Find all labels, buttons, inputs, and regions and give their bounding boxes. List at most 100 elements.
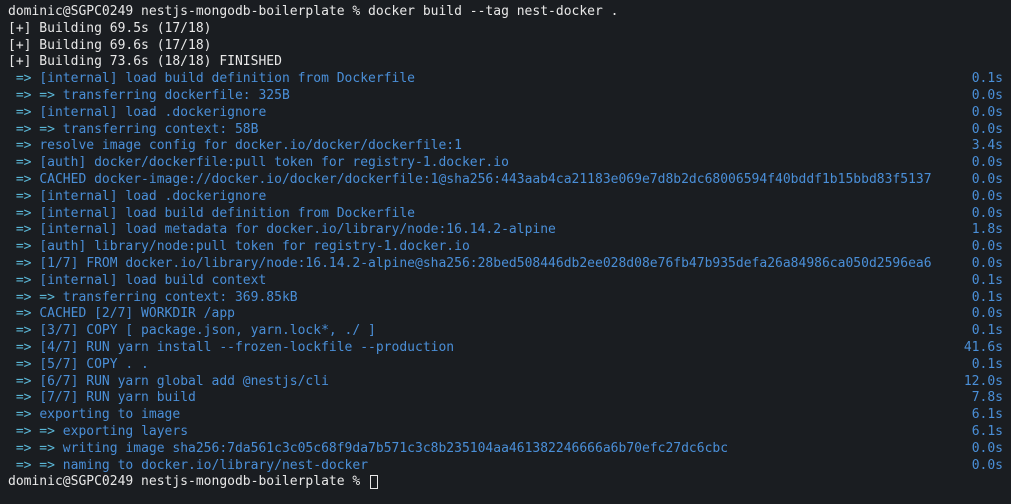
step-arrow: => bbox=[8, 256, 39, 271]
step-left: => [3/7] COPY [ package.json, yarn.lock*… bbox=[8, 323, 964, 340]
step-left: => [4/7] RUN yarn install --frozen-lockf… bbox=[8, 340, 956, 357]
step-time: 0.0s bbox=[964, 458, 1003, 475]
build-step-line: => [3/7] COPY [ package.json, yarn.lock*… bbox=[8, 323, 1003, 340]
step-time: 1.8s bbox=[964, 222, 1003, 239]
step-arrow: => => bbox=[8, 424, 63, 439]
build-step-line: => [5/7] COPY . .0.1s bbox=[8, 357, 1003, 374]
step-time: 3.4s bbox=[964, 138, 1003, 155]
step-arrow: => => bbox=[8, 88, 63, 103]
step-time: 0.0s bbox=[964, 441, 1003, 458]
status-text: [+] Building 69.5s (17/18) bbox=[8, 21, 1003, 38]
step-time: 0.0s bbox=[964, 105, 1003, 122]
step-arrow: => bbox=[8, 206, 39, 221]
step-time: 0.1s bbox=[964, 290, 1003, 307]
step-arrow: => bbox=[8, 189, 39, 204]
step-arrow: => => bbox=[8, 458, 63, 473]
build-step-line: => => transferring dockerfile: 325B0.0s bbox=[8, 88, 1003, 105]
build-status-line: [+] Building 69.5s (17/18) bbox=[8, 21, 1003, 38]
step-text: [internal] load build definition from Do… bbox=[39, 71, 415, 86]
step-left: => [1/7] FROM docker.io/library/node:16.… bbox=[8, 256, 964, 273]
step-arrow: => => bbox=[8, 122, 63, 137]
step-time: 12.0s bbox=[956, 374, 1003, 391]
step-time: 0.0s bbox=[964, 122, 1003, 139]
step-time: 0.1s bbox=[964, 273, 1003, 290]
step-time: 0.0s bbox=[964, 206, 1003, 223]
step-text: [7/7] RUN yarn build bbox=[39, 390, 196, 405]
step-left: => [internal] load build context bbox=[8, 273, 964, 290]
build-step-line: => [7/7] RUN yarn build7.8s bbox=[8, 390, 1003, 407]
step-arrow: => bbox=[8, 390, 39, 405]
build-step-line: => [1/7] FROM docker.io/library/node:16.… bbox=[8, 256, 1003, 273]
build-step-line: => => naming to docker.io/library/nest-d… bbox=[8, 458, 1003, 475]
build-step-line: => resolve image config for docker.io/do… bbox=[8, 138, 1003, 155]
step-left: => CACHED [2/7] WORKDIR /app bbox=[8, 306, 964, 323]
step-left: => [internal] load build definition from… bbox=[8, 71, 964, 88]
build-status-line: [+] Building 69.6s (17/18) bbox=[8, 38, 1003, 55]
step-arrow: => => bbox=[8, 290, 63, 305]
status-text: [+] Building 73.6s (18/18) FINISHED bbox=[8, 54, 1003, 71]
step-text: [auth] library/node:pull token for regis… bbox=[39, 239, 469, 254]
step-time: 6.1s bbox=[964, 407, 1003, 424]
build-step-line: => [4/7] RUN yarn install --frozen-lockf… bbox=[8, 340, 1003, 357]
step-text: exporting to image bbox=[39, 407, 180, 422]
step-text: [5/7] COPY . . bbox=[39, 357, 149, 372]
build-step-line: => CACHED [2/7] WORKDIR /app0.0s bbox=[8, 306, 1003, 323]
step-left: => [7/7] RUN yarn build bbox=[8, 390, 964, 407]
step-text: exporting layers bbox=[63, 424, 188, 439]
step-time: 6.1s bbox=[964, 424, 1003, 441]
step-arrow: => bbox=[8, 340, 39, 355]
step-arrow: => bbox=[8, 138, 39, 153]
step-text: writing image sha256:7da561c3c05c68f9da7… bbox=[63, 441, 728, 456]
step-time: 0.0s bbox=[964, 155, 1003, 172]
step-arrow: => bbox=[8, 239, 39, 254]
prompt-line-waiting[interactable]: dominic@SGPC0249 nestjs-mongodb-boilerpl… bbox=[8, 474, 1003, 491]
step-arrow: => bbox=[8, 71, 39, 86]
step-arrow: => bbox=[8, 357, 39, 372]
step-left: => => writing image sha256:7da561c3c05c6… bbox=[8, 441, 964, 458]
build-step-line: => => transferring context: 369.85kB 0.1s bbox=[8, 290, 1003, 307]
step-time: 0.1s bbox=[964, 323, 1003, 340]
step-arrow: => bbox=[8, 323, 39, 338]
step-time: 0.0s bbox=[964, 189, 1003, 206]
step-arrow: => bbox=[8, 105, 39, 120]
step-left: => [5/7] COPY . . bbox=[8, 357, 964, 374]
step-left: => [auth] docker/dockerfile:pull token f… bbox=[8, 155, 964, 172]
build-step-line: => CACHED docker-image://docker.io/docke… bbox=[8, 172, 1003, 189]
step-text: [internal] load .dockerignore bbox=[39, 189, 266, 204]
status-text: [+] Building 69.6s (17/18) bbox=[8, 38, 1003, 55]
step-text: [internal] load build definition from Do… bbox=[39, 206, 415, 221]
step-left: => [internal] load metadata for docker.i… bbox=[8, 222, 964, 239]
step-time: 0.0s bbox=[964, 172, 1003, 189]
step-time: 7.8s bbox=[964, 390, 1003, 407]
step-text: [auth] docker/dockerfile:pull token for … bbox=[39, 155, 509, 170]
step-text: transferring context: 369.85kB bbox=[63, 290, 298, 305]
step-time: 0.0s bbox=[964, 88, 1003, 105]
step-time: 0.0s bbox=[964, 239, 1003, 256]
prompt-text: dominic@SGPC0249 nestjs-mongodb-boilerpl… bbox=[8, 4, 1003, 21]
step-text: CACHED [2/7] WORKDIR /app bbox=[39, 306, 235, 321]
step-time: 0.1s bbox=[964, 357, 1003, 374]
step-text: [3/7] COPY [ package.json, yarn.lock*, .… bbox=[39, 323, 376, 338]
step-arrow: => => bbox=[8, 441, 63, 456]
build-step-line: => exporting to image 6.1s bbox=[8, 407, 1003, 424]
prompt-text[interactable]: dominic@SGPC0249 nestjs-mongodb-boilerpl… bbox=[8, 474, 1003, 491]
build-step-line: => [auth] library/node:pull token for re… bbox=[8, 239, 1003, 256]
step-left: => [auth] library/node:pull token for re… bbox=[8, 239, 964, 256]
step-left: => => transferring dockerfile: 325B bbox=[8, 88, 964, 105]
step-left: => resolve image config for docker.io/do… bbox=[8, 138, 964, 155]
build-step-line: => [internal] load metadata for docker.i… bbox=[8, 222, 1003, 239]
step-time: 41.6s bbox=[956, 340, 1003, 357]
step-text: naming to docker.io/library/nest-docker bbox=[63, 458, 368, 473]
build-step-line: => [auth] docker/dockerfile:pull token f… bbox=[8, 155, 1003, 172]
build-step-line: => [6/7] RUN yarn global add @nestjs/cli… bbox=[8, 374, 1003, 391]
step-left: => [6/7] RUN yarn global add @nestjs/cli bbox=[8, 374, 956, 391]
step-left: => => transferring context: 58B bbox=[8, 122, 964, 139]
step-left: => CACHED docker-image://docker.io/docke… bbox=[8, 172, 964, 189]
step-arrow: => bbox=[8, 407, 39, 422]
step-text: [internal] load metadata for docker.io/l… bbox=[39, 222, 556, 237]
step-time: 0.0s bbox=[964, 256, 1003, 273]
step-text: transferring dockerfile: 325B bbox=[63, 88, 290, 103]
step-text: [6/7] RUN yarn global add @nestjs/cli bbox=[39, 374, 329, 389]
build-step-line: => [internal] load build context0.1s bbox=[8, 273, 1003, 290]
step-text: [4/7] RUN yarn install --frozen-lockfile… bbox=[39, 340, 454, 355]
